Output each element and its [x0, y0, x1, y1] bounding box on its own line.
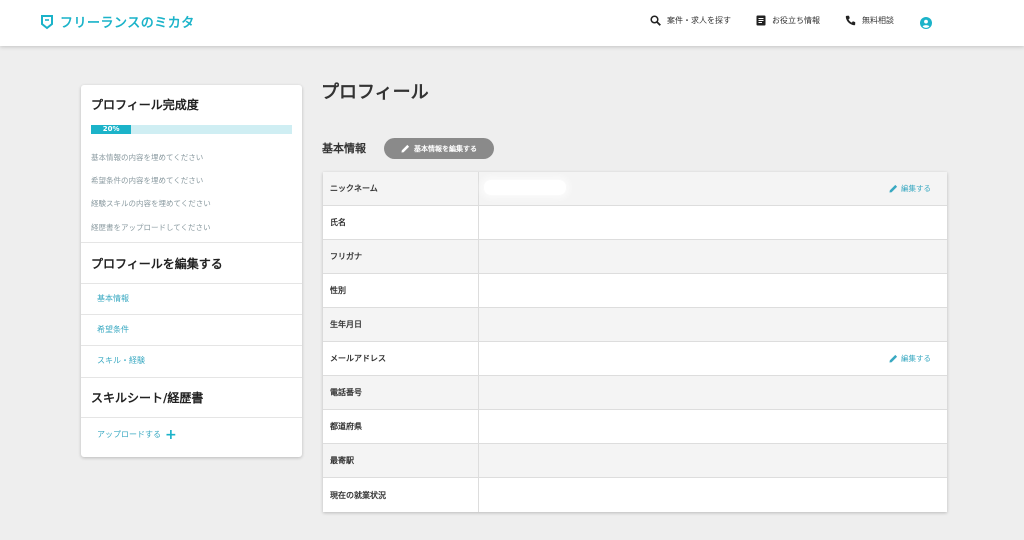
- progress-fill: 20%: [91, 125, 132, 134]
- row-label: 都道府県: [323, 410, 479, 443]
- profile-sidebar: プロフィール完成度 20% 基本情報の内容を埋めてください 希望条件の内容を埋め…: [81, 85, 302, 457]
- document-icon: [756, 15, 766, 26]
- table-row: ニックネーム 編集する: [323, 172, 947, 206]
- row-value: [479, 478, 947, 512]
- divider: [81, 283, 302, 284]
- nav-consult-label: 無料相談: [862, 16, 894, 25]
- table-row: 氏名: [323, 206, 947, 240]
- table-row: 生年月日: [323, 308, 947, 342]
- row-value: 編集する: [479, 172, 947, 205]
- edit-email-link[interactable]: 編集する: [889, 353, 931, 364]
- row-value: 編集する: [479, 342, 947, 375]
- phone-icon: [845, 15, 856, 26]
- row-value: [479, 206, 947, 239]
- logo-icon: [41, 14, 53, 29]
- nav-free-consultation[interactable]: 無料相談: [845, 15, 894, 26]
- redacted-value: [484, 180, 566, 195]
- todo-link-resume[interactable]: 経歴書をアップロードしてください: [91, 222, 211, 233]
- row-value: [479, 410, 947, 443]
- upload-label: アップロードする: [97, 430, 161, 439]
- sidebar-item-conditions[interactable]: 希望条件: [97, 324, 129, 335]
- todo-link-skills[interactable]: 経験スキルの内容を埋めてください: [91, 198, 211, 209]
- top-header: フリーランスのミカタ 案件・求人を探す お役立ち情報 無料相談: [0, 0, 1024, 46]
- nav-useful-info[interactable]: お役立ち情報: [756, 15, 820, 26]
- sidebar-item-skills[interactable]: スキル・経験: [97, 355, 145, 366]
- search-icon: [650, 15, 661, 26]
- nav-info-label: お役立ち情報: [772, 16, 820, 25]
- row-value: [479, 240, 947, 273]
- logo[interactable]: フリーランスのミカタ: [40, 12, 195, 31]
- completion-title: プロフィール完成度: [91, 98, 199, 112]
- divider: [81, 377, 302, 378]
- pencil-icon: [889, 184, 898, 193]
- row-value: [479, 376, 947, 409]
- table-row: 性別: [323, 274, 947, 308]
- pencil-icon: [889, 354, 898, 363]
- table-row: 電話番号: [323, 376, 947, 410]
- user-icon[interactable]: [920, 17, 932, 29]
- row-label: 電話番号: [323, 376, 479, 409]
- row-label: 現在の就業状況: [323, 478, 479, 512]
- todo-link-basic-info[interactable]: 基本情報の内容を埋めてください: [91, 152, 203, 163]
- table-row: 都道府県: [323, 410, 947, 444]
- nav-search-jobs[interactable]: 案件・求人を探す: [650, 15, 731, 26]
- row-label: メールアドレス: [323, 342, 479, 375]
- nav-search-label: 案件・求人を探す: [667, 16, 731, 25]
- divider: [81, 242, 302, 243]
- table-row: 最寄駅: [323, 444, 947, 478]
- section-title-basic-info: 基本情報: [322, 142, 366, 155]
- sidebar-item-basic-info[interactable]: 基本情報: [97, 293, 129, 304]
- todo-link-conditions[interactable]: 希望条件の内容を埋めてください: [91, 175, 203, 186]
- plus-icon: +: [165, 426, 177, 443]
- page-title: プロフィール: [321, 82, 429, 103]
- row-value: [479, 274, 947, 307]
- pencil-icon: [401, 144, 410, 153]
- edit-label: 編集する: [901, 354, 931, 363]
- basic-info-table: ニックネーム 編集する 氏名 フリガナ 性別 生年月日 メールアドレス 編集する…: [323, 172, 947, 512]
- table-row: 現在の就業状況: [323, 478, 947, 512]
- edit-nickname-link[interactable]: 編集する: [889, 183, 931, 194]
- edit-basic-info-label: 基本情報を編集する: [414, 144, 477, 153]
- edit-label: 編集する: [901, 184, 931, 193]
- divider: [81, 314, 302, 315]
- table-row: フリガナ: [323, 240, 947, 274]
- skillsheet-title: スキルシート/経歴書: [91, 391, 204, 405]
- row-value: [479, 444, 947, 477]
- divider: [81, 417, 302, 418]
- completion-progress-bar: 20%: [91, 125, 292, 134]
- row-label: 最寄駅: [323, 444, 479, 477]
- table-row: メールアドレス 編集する: [323, 342, 947, 376]
- row-value: [479, 308, 947, 341]
- row-label: フリガナ: [323, 240, 479, 273]
- row-label: 性別: [323, 274, 479, 307]
- edit-profile-title: プロフィールを編集する: [91, 257, 223, 271]
- row-label: ニックネーム: [323, 172, 479, 205]
- row-label: 生年月日: [323, 308, 479, 341]
- upload-button[interactable]: アップロードする +: [97, 426, 177, 443]
- logo-text: フリーランスのミカタ: [60, 16, 195, 31]
- row-label: 氏名: [323, 206, 479, 239]
- edit-basic-info-button[interactable]: 基本情報を編集する: [384, 138, 494, 159]
- divider: [81, 345, 302, 346]
